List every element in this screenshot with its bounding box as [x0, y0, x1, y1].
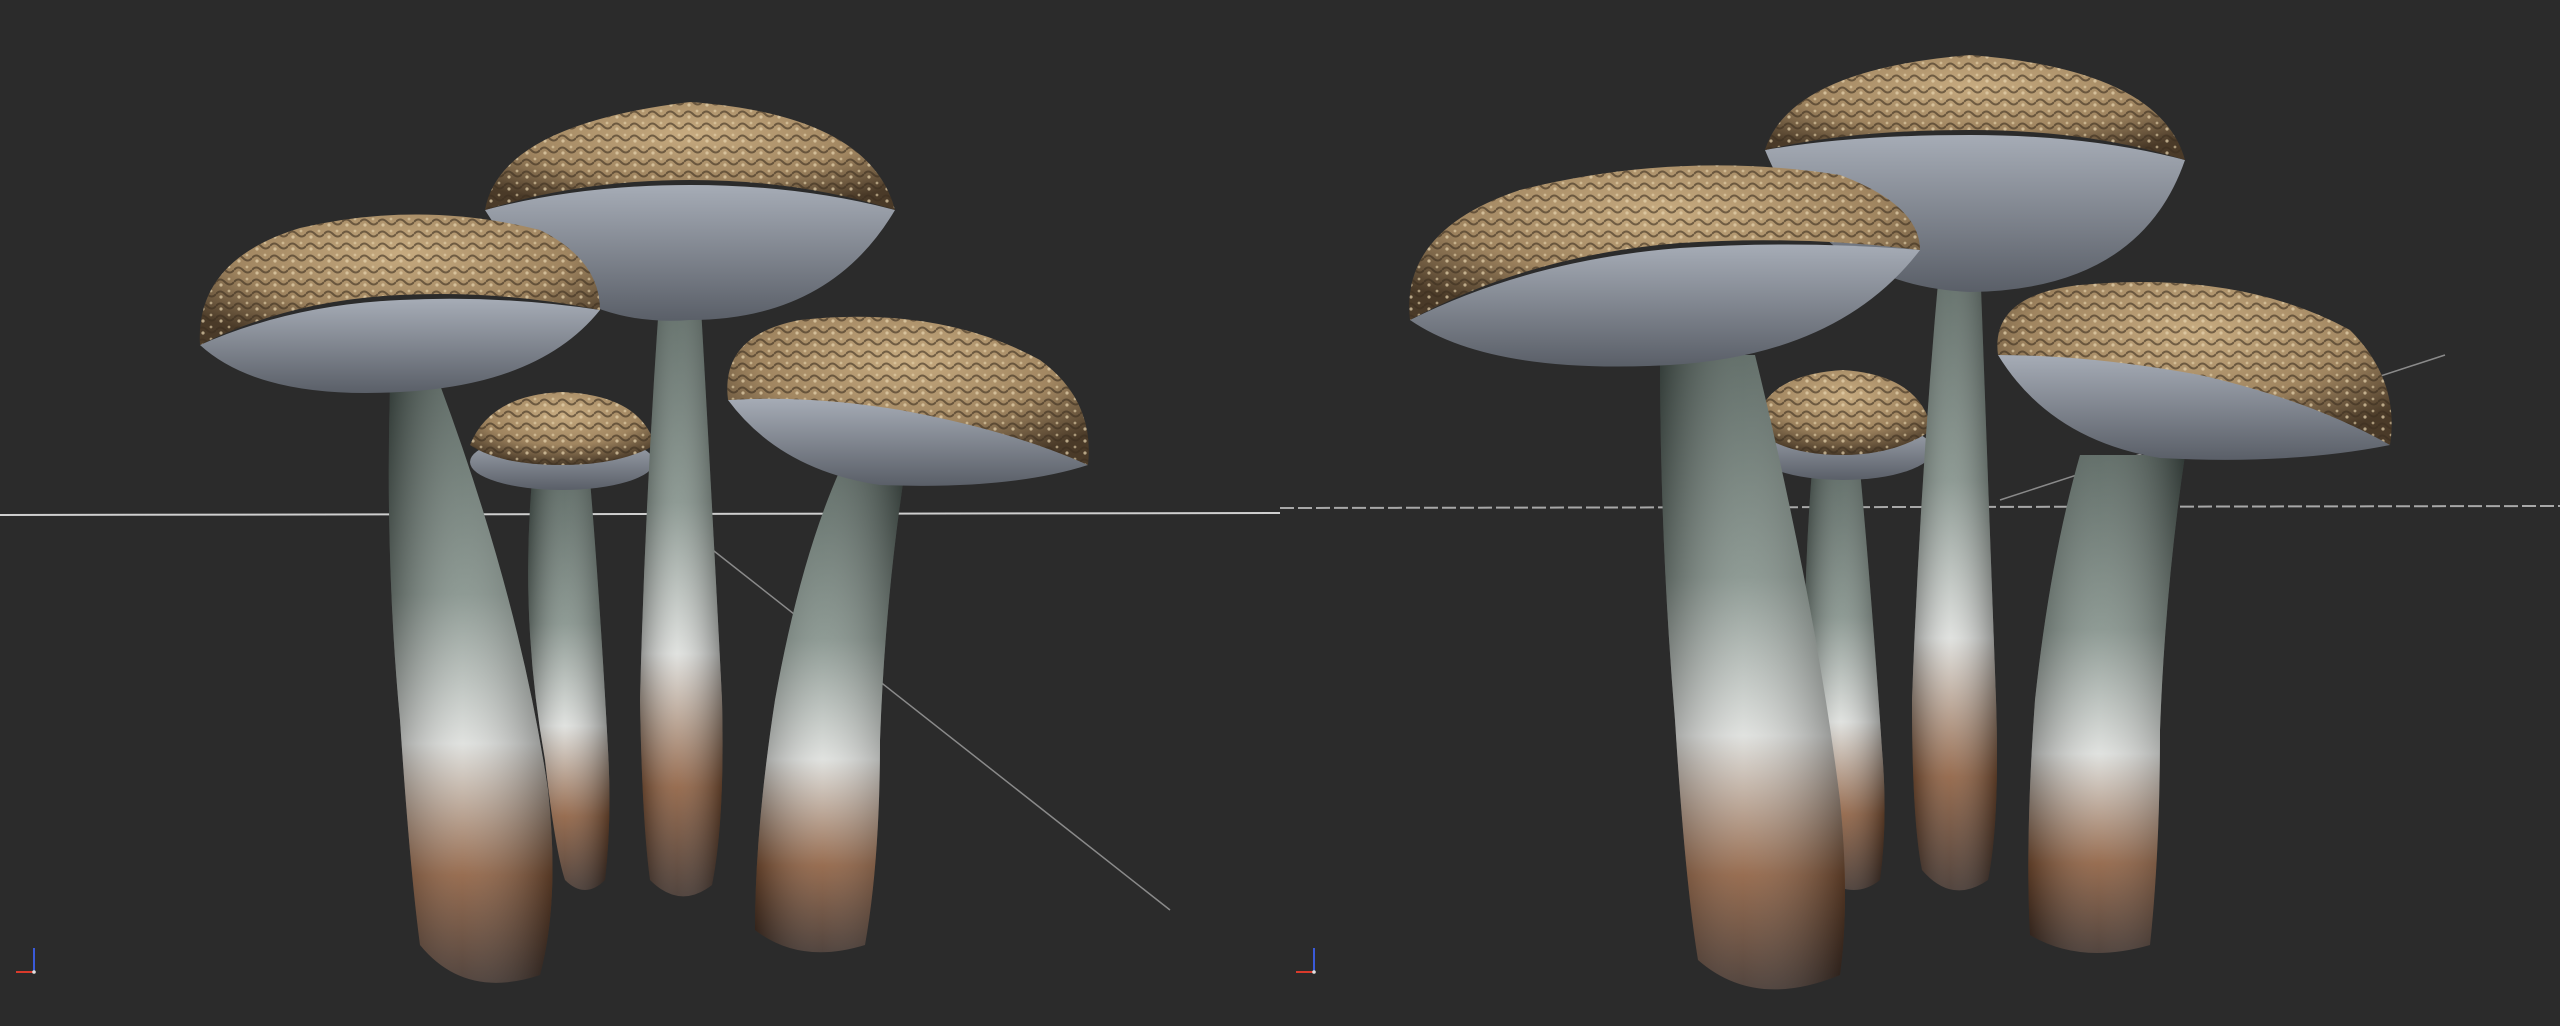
- mushroom-front-right[interactable]: [1997, 282, 2392, 953]
- scene-left[interactable]: [0, 0, 1280, 1026]
- scene-right[interactable]: [1280, 0, 2560, 1026]
- axis-gizmo-left: [14, 942, 54, 982]
- mushroom-front-right[interactable]: [727, 316, 1089, 953]
- viewport-right[interactable]: [1280, 0, 2560, 1026]
- origin-icon: [32, 970, 36, 974]
- horizon-line: [1280, 505, 2560, 509]
- origin-icon: [1312, 970, 1316, 974]
- viewport-left[interactable]: [0, 0, 1280, 1026]
- horizon-line: [0, 512, 1280, 516]
- axis-gizmo-right: [1294, 942, 1334, 982]
- mushroom-model-viewer: [0, 0, 2560, 1026]
